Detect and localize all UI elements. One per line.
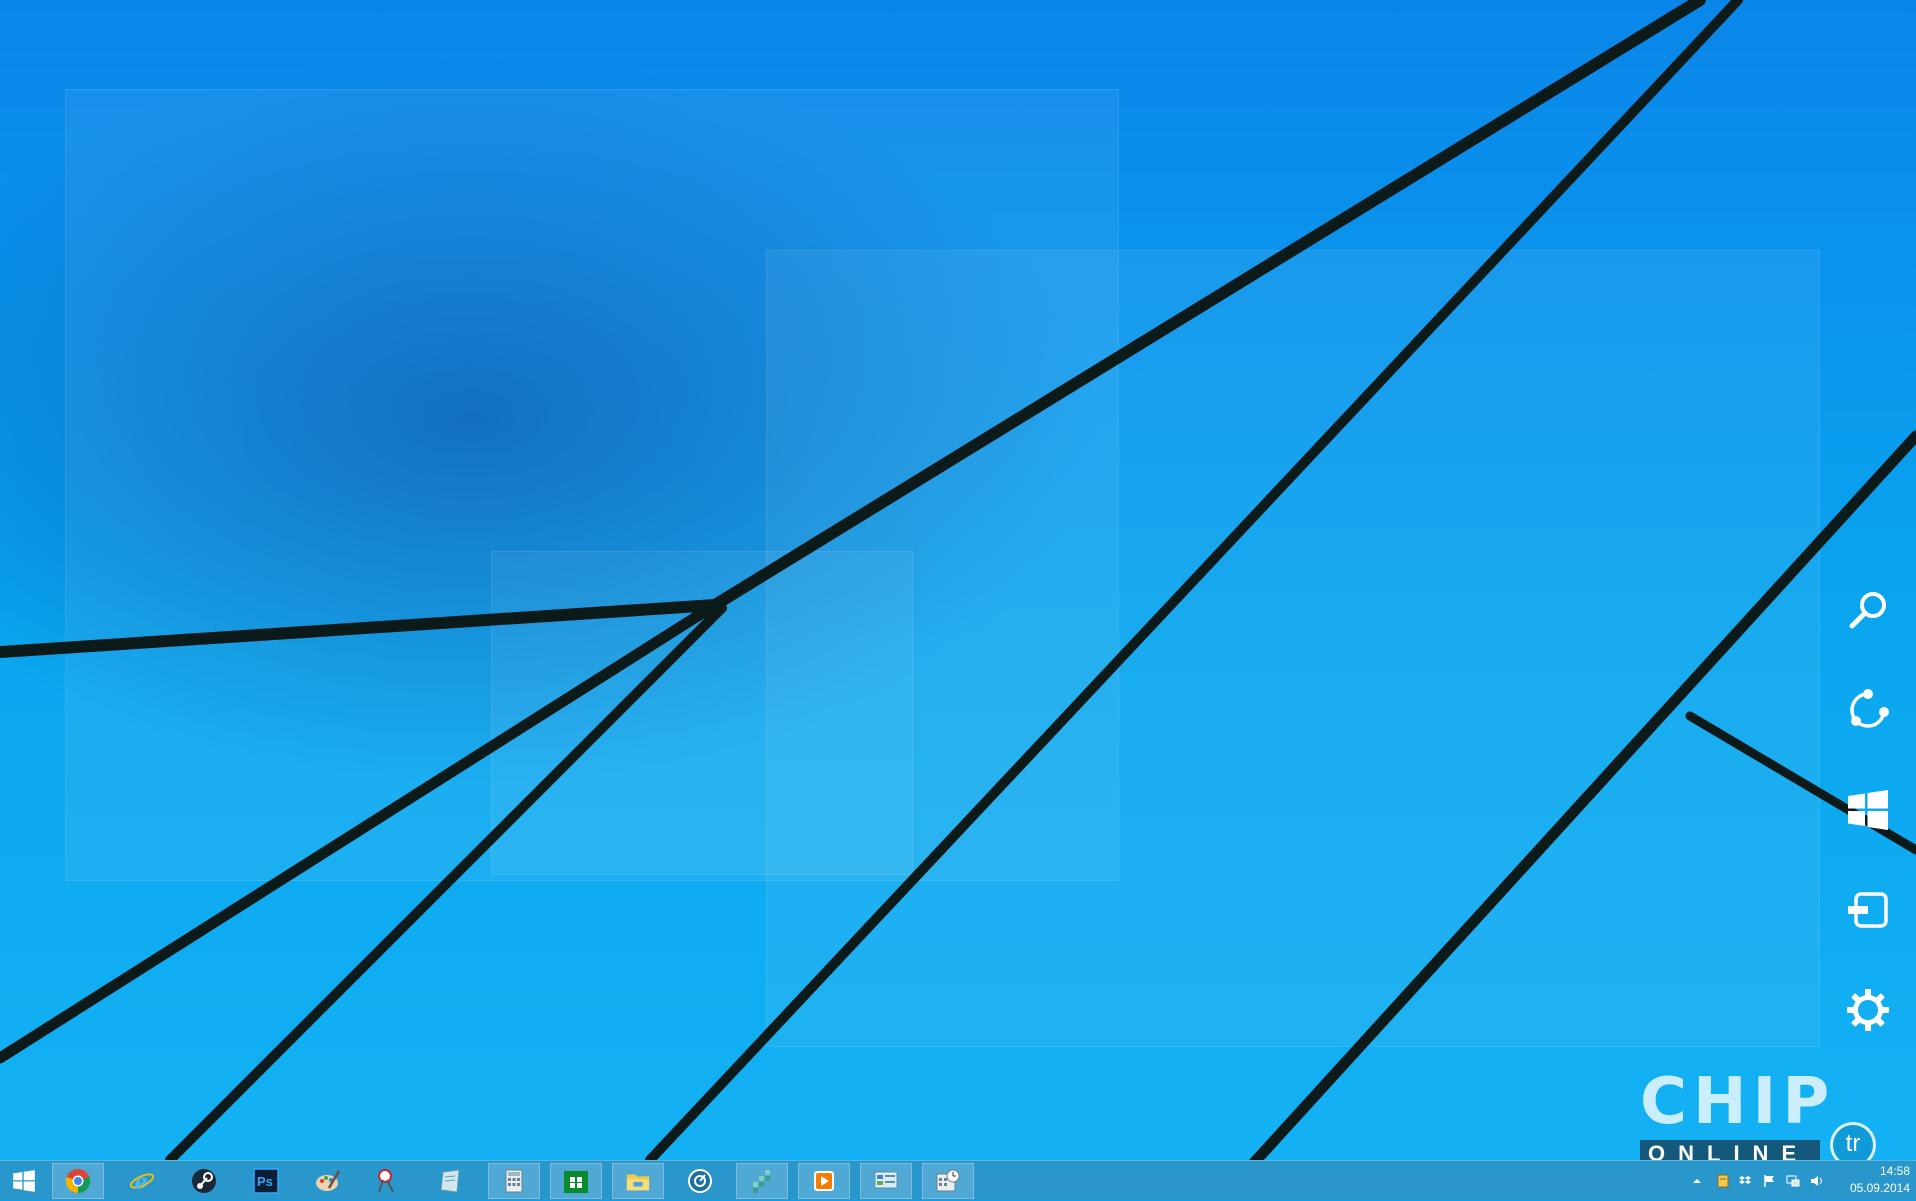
taskbar-app-paint[interactable]	[302, 1163, 354, 1199]
taskbar-app-internet-explorer[interactable]: e	[116, 1163, 168, 1199]
search-icon	[1849, 592, 1886, 629]
speaker-icon[interactable]	[1810, 1174, 1824, 1188]
svg-text:e: e	[135, 1169, 148, 1193]
clock-date: 05.09.2014	[1849, 1181, 1910, 1195]
notepad-icon	[440, 1169, 460, 1193]
taskbar-app-speedometer[interactable]	[674, 1163, 726, 1199]
play-icon	[814, 1171, 834, 1191]
share-icon	[1850, 689, 1889, 728]
taskbar-app-media-player[interactable]	[798, 1163, 850, 1199]
charm-start[interactable]: Start	[1838, 780, 1898, 840]
start-button[interactable]	[0, 1161, 48, 1201]
taskbar-app-file-explorer[interactable]	[612, 1163, 664, 1199]
windows-logo-icon	[13, 1170, 35, 1192]
calendar-clock-icon	[936, 1169, 960, 1192]
taskbar-app-steam[interactable]	[178, 1163, 230, 1199]
gear-icon	[1847, 989, 1889, 1031]
taskbar-app-control-panel[interactable]	[860, 1163, 912, 1199]
charm-settings[interactable]: Settings	[1838, 980, 1898, 1040]
taskbar-app-calculator[interactable]	[488, 1163, 540, 1199]
charm-devices[interactable]: Devices	[1838, 880, 1898, 940]
network-icon[interactable]	[1786, 1174, 1800, 1188]
watermark-sub: ONLINE	[1640, 1140, 1820, 1160]
watermark-badge: tr	[1830, 1122, 1876, 1160]
taskbar-app-chrome[interactable]	[52, 1163, 104, 1199]
dropbox-icon[interactable]	[1738, 1174, 1752, 1188]
taskbar: e Ps 14:58 05.09.2014	[0, 1160, 1916, 1200]
charm-search[interactable]: Search	[1838, 580, 1898, 640]
charms-bar: Search Share Start D	[1838, 580, 1898, 1080]
taskbar-clock[interactable]: 14:58 05.09.2014	[1838, 1163, 1910, 1199]
internet-explorer-icon: e	[129, 1169, 155, 1193]
photoshop-label: Ps	[257, 1174, 273, 1189]
taskbar-app-notes[interactable]	[424, 1163, 476, 1199]
watermark-brand: CHIP	[1640, 1065, 1836, 1139]
steam-icon	[192, 1169, 216, 1193]
store-icon	[564, 1171, 588, 1193]
control-panel-icon	[874, 1171, 898, 1189]
wallpaper-lines	[0, 0, 1916, 1160]
snipping-tool-icon	[378, 1169, 394, 1193]
taskbar-app-photoshop[interactable]: Ps	[240, 1163, 292, 1199]
speedometer-icon	[688, 1169, 712, 1193]
paint-palette-icon	[316, 1170, 341, 1191]
chevron-up-icon[interactable]	[1690, 1174, 1704, 1188]
desktop[interactable]: Search Share Start D	[0, 0, 1916, 1160]
calculator-icon	[505, 1169, 523, 1193]
windows-logo-icon	[1848, 790, 1888, 830]
note-icon[interactable]	[1716, 1174, 1730, 1188]
taskbar-app-task-scheduler[interactable]	[922, 1163, 974, 1199]
tiles-icon	[753, 1170, 770, 1193]
chrome-icon	[65, 1169, 91, 1194]
flag-icon[interactable]	[1762, 1174, 1776, 1188]
charm-share[interactable]: Share	[1838, 680, 1898, 740]
taskbar-app-snipping-tool[interactable]	[362, 1163, 414, 1199]
folder-icon	[626, 1174, 650, 1191]
chip-online-watermark: CHIP ONLINE tr	[1640, 1070, 1880, 1160]
clock-time: 14:58	[1879, 1164, 1910, 1178]
taskbar-app-tiles[interactable]	[736, 1163, 788, 1199]
taskbar-app-store[interactable]	[550, 1163, 602, 1199]
devices-icon	[1848, 892, 1888, 928]
photoshop-icon: Ps	[253, 1168, 279, 1194]
